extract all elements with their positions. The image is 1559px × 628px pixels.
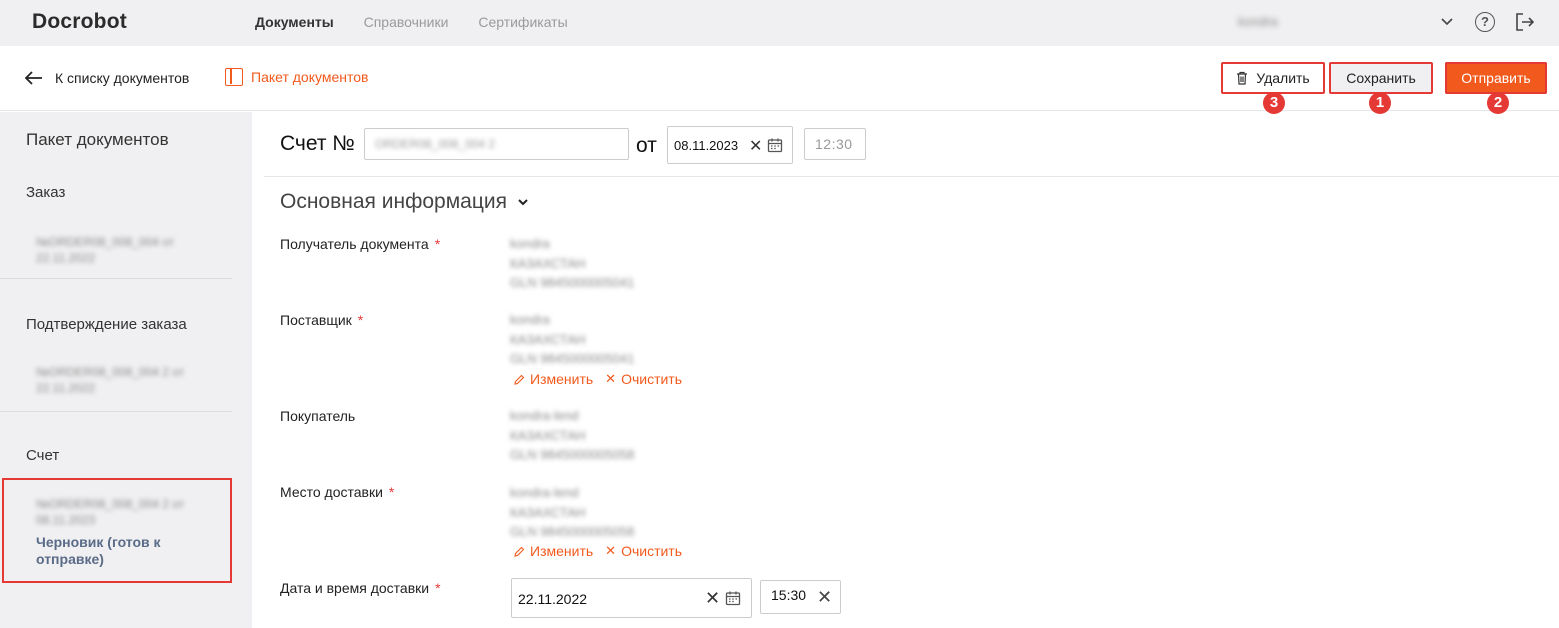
nav-directories[interactable]: Справочники: [364, 14, 449, 30]
clear-icon[interactable]: ✕: [705, 588, 720, 609]
delete-label: Удалить: [1256, 70, 1310, 86]
status-badge: Черновик (готов к отправке): [36, 534, 161, 567]
nav-certificates[interactable]: Сертификаты: [478, 14, 567, 30]
divider: [0, 278, 232, 279]
logo[interactable]: Docrobot: [32, 10, 127, 34]
supplier-label: Поставщик *: [280, 312, 364, 328]
supplier-actions: Изменить ✕ Очистить: [514, 371, 694, 387]
back-label: К списку документов: [55, 70, 190, 86]
step-badge: 2: [1487, 92, 1509, 114]
recipient-info: kondra КАЗАХСТАН GLN 9845000005041: [510, 236, 635, 290]
delivery-date-field[interactable]: 22.11.2022 ✕: [511, 578, 752, 618]
step-badge: 1: [1369, 92, 1391, 114]
delivery-place-label: Место доставки *: [280, 484, 395, 500]
delivery-time-value: 15:30: [771, 587, 807, 603]
sidebar-section-order: Заказ: [26, 184, 66, 201]
package-toggle[interactable]: Пакет документов: [225, 68, 368, 86]
invoice-form: Счет № ORDER08_008_004 2 от 08.11.2023 ✕…: [264, 112, 1559, 628]
from-label: от: [636, 134, 657, 157]
delete-button[interactable]: Удалить: [1221, 62, 1325, 94]
divider: [264, 176, 1559, 177]
supplier-edit-link[interactable]: Изменить: [514, 371, 593, 387]
logout-icon[interactable]: [1514, 11, 1536, 33]
chevron-down-icon: [518, 199, 528, 206]
section-main-info[interactable]: Основная информация: [280, 190, 529, 214]
delivery-place-clear-link[interactable]: ✕ Очистить: [605, 543, 682, 559]
invoice-date-value: 08.11.2023: [674, 138, 739, 153]
package-label: Пакет документов: [251, 69, 369, 85]
delivery-time-field[interactable]: 15:30 ✕: [760, 580, 841, 614]
invoice-date-field[interactable]: 08.11.2023 ✕: [667, 126, 793, 164]
main-nav: Документы Справочники Сертификаты: [255, 14, 594, 30]
invoice-number-input[interactable]: ORDER08_008_004 2: [364, 128, 629, 160]
section-title: Основная информация: [280, 190, 507, 213]
clear-icon[interactable]: ✕: [749, 136, 762, 156]
help-icon[interactable]: ?: [1475, 12, 1495, 32]
delivery-place-info: kondra-lend КАЗАХСТАН GLN 9845000005058: [510, 485, 635, 539]
recipient-label: Получатель документа *: [280, 236, 441, 252]
sidebar-doc-invoice: №ORDER08_008_004 2 от 08.11.2023: [36, 497, 185, 527]
panel-icon: [225, 68, 243, 86]
close-icon: ✕: [605, 371, 617, 386]
top-bar: Docrobot Документы Справочники Сертифика…: [0, 0, 1559, 46]
delivery-place-edit-link[interactable]: Изменить: [514, 543, 593, 559]
sidebar-section-invoice: Счет: [26, 447, 60, 464]
divider: [0, 411, 232, 412]
pencil-icon: [514, 546, 525, 557]
save-button[interactable]: Сохранить: [1329, 62, 1433, 94]
arrow-left-icon: [25, 71, 42, 85]
back-to-list-link[interactable]: К списку документов: [25, 70, 189, 86]
chevron-down-icon[interactable]: [1440, 14, 1454, 28]
buyer-info: kondra-lend КАЗАХСТАН GLN 9845000005058: [510, 408, 635, 462]
document-toolbar: К списку документов Пакет документов Уда…: [0, 46, 1559, 111]
step-badge: 3: [1263, 92, 1285, 114]
delivery-date-value: 22.11.2022: [518, 591, 588, 607]
delivery-datetime-label: Дата и время доставки *: [280, 580, 441, 596]
send-button[interactable]: Отправить: [1445, 62, 1547, 94]
close-icon: ✕: [605, 543, 617, 558]
invoice-time-input[interactable]: 12:30: [804, 128, 866, 160]
user-name[interactable]: kondra: [1238, 14, 1278, 29]
supplier-clear-link[interactable]: ✕ Очистить: [605, 371, 682, 387]
calendar-icon[interactable]: [725, 590, 741, 606]
trash-icon: [1237, 71, 1248, 85]
page-title: Счет №: [280, 132, 355, 155]
supplier-info: kondra КАЗАХСТАН GLN 9845000005041: [510, 312, 635, 366]
sidebar-title: Пакет документов: [26, 130, 169, 149]
sidebar-doc-confirmation[interactable]: №ORDER08_008_004 2 от 22.11.2022: [36, 364, 216, 396]
nav-documents[interactable]: Документы: [255, 14, 334, 30]
clear-icon[interactable]: ✕: [817, 587, 832, 608]
sidebar-doc-order[interactable]: №ORDER08_008_004 от 22.11.2022: [36, 234, 216, 266]
buyer-label: Покупатель: [280, 408, 356, 424]
pencil-icon: [514, 374, 525, 385]
sidebar-section-order-confirmation: Подтверждение заказа: [26, 316, 187, 333]
package-sidebar: Пакет документов Заказ №ORDER08_008_004 …: [0, 112, 252, 628]
delivery-place-actions: Изменить ✕ Очистить: [514, 543, 694, 559]
calendar-icon[interactable]: [767, 137, 783, 153]
